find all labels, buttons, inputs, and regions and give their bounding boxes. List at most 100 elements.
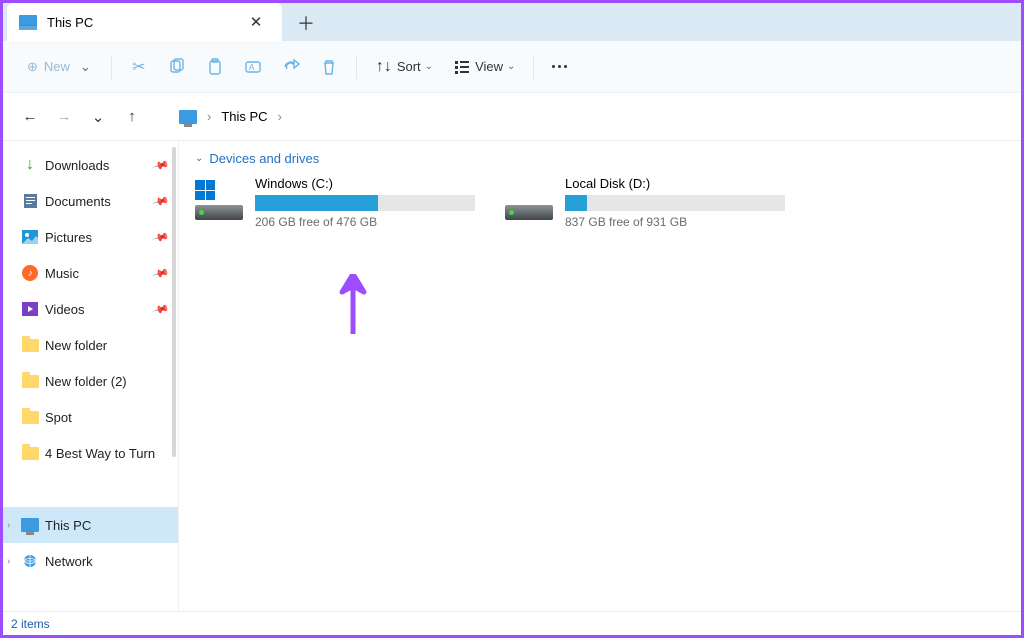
close-tab-button[interactable]: ✕ bbox=[242, 8, 270, 36]
plus-circle-icon: ⊕ bbox=[27, 59, 38, 75]
chevron-right-icon: › bbox=[7, 556, 10, 567]
view-button[interactable]: View ⌄ bbox=[445, 49, 523, 85]
sidebar-label: Videos bbox=[45, 302, 85, 317]
pin-icon: 📌 bbox=[152, 300, 170, 318]
chevron-down-icon: ⌄ bbox=[195, 153, 203, 164]
rename-button[interactable]: A bbox=[236, 49, 270, 85]
scrollbar[interactable] bbox=[172, 147, 176, 457]
folder-icon bbox=[21, 373, 39, 389]
sidebar-item-network[interactable]: › Network bbox=[3, 543, 178, 579]
sidebar-item-videos[interactable]: Videos 📌 bbox=[3, 291, 178, 327]
spacer bbox=[3, 471, 178, 507]
sidebar-label: New folder (2) bbox=[45, 374, 127, 389]
network-icon bbox=[21, 553, 39, 569]
sidebar-item-folder[interactable]: 4 Best Way to Turn bbox=[3, 435, 178, 471]
drive-free-text: 837 GB free of 931 GB bbox=[565, 215, 785, 229]
new-tab-button[interactable]: ＋ bbox=[288, 5, 324, 41]
pin-icon: 📌 bbox=[152, 228, 170, 246]
chevron-down-icon: ⌄ bbox=[425, 61, 433, 72]
sort-label: Sort bbox=[397, 59, 421, 74]
sidebar-item-downloads[interactable]: ↓ Downloads 📌 bbox=[3, 147, 178, 183]
sidebar-label: Music bbox=[45, 266, 79, 281]
trash-icon bbox=[320, 58, 338, 76]
drive-icon bbox=[505, 180, 553, 220]
sidebar-label: New folder bbox=[45, 338, 107, 353]
share-button[interactable] bbox=[274, 49, 308, 85]
sort-icon: ↑↓ bbox=[375, 58, 393, 76]
drive-free-text: 206 GB free of 476 GB bbox=[255, 215, 475, 229]
tab-title: This PC bbox=[47, 15, 232, 30]
view-label: View bbox=[475, 59, 503, 74]
new-button-label: New bbox=[44, 59, 70, 74]
address-bar: ← → ⌄ ↑ › This PC › bbox=[3, 93, 1021, 141]
sidebar-label: Pictures bbox=[45, 230, 92, 245]
status-text: 2 items bbox=[11, 617, 50, 631]
up-button[interactable]: ↑ bbox=[115, 100, 149, 134]
delete-button[interactable] bbox=[312, 49, 346, 85]
drive-icon bbox=[195, 180, 243, 220]
forward-button[interactable]: → bbox=[47, 100, 81, 134]
drive-info: Local Disk (D:) 837 GB free of 931 GB bbox=[565, 176, 785, 229]
separator bbox=[356, 55, 357, 79]
content: ↓ Downloads 📌 Documents 📌 Pictures 📌 ♪ M… bbox=[3, 141, 1021, 611]
sidebar-label: Network bbox=[45, 554, 93, 569]
toolbar: ⊕ New ⌄ ✂ A ↑↓ Sort ⌄ View ⌄ bbox=[3, 41, 1021, 93]
cut-button[interactable]: ✂ bbox=[122, 49, 156, 85]
pc-icon bbox=[19, 15, 37, 30]
sidebar-item-folder[interactable]: Spot bbox=[3, 399, 178, 435]
folder-icon bbox=[21, 337, 39, 353]
sidebar-item-folder[interactable]: New folder (2) bbox=[3, 363, 178, 399]
breadcrumb[interactable]: › This PC › bbox=[179, 109, 282, 124]
sidebar-label: This PC bbox=[45, 518, 91, 533]
copy-icon bbox=[168, 58, 186, 76]
clipboard-icon bbox=[206, 58, 224, 76]
drive-name: Windows (C:) bbox=[255, 176, 475, 191]
pin-icon: 📌 bbox=[152, 264, 170, 282]
sidebar-label: Spot bbox=[45, 410, 72, 425]
separator bbox=[533, 55, 534, 79]
drive-info: Windows (C:) 206 GB free of 476 GB bbox=[255, 176, 475, 229]
sidebar-item-this-pc[interactable]: › This PC bbox=[3, 507, 178, 543]
sidebar: ↓ Downloads 📌 Documents 📌 Pictures 📌 ♪ M… bbox=[3, 141, 178, 611]
sort-button[interactable]: ↑↓ Sort ⌄ bbox=[367, 49, 441, 85]
drive-usage-bar bbox=[565, 195, 785, 211]
tab-bar: This PC ✕ ＋ bbox=[3, 3, 1021, 41]
chevron-right-icon: › bbox=[7, 520, 10, 531]
tab-this-pc[interactable]: This PC ✕ bbox=[7, 3, 282, 41]
separator bbox=[111, 55, 112, 79]
sidebar-item-music[interactable]: ♪ Music 📌 bbox=[3, 255, 178, 291]
sidebar-label: Documents bbox=[45, 194, 111, 209]
pin-icon: 📌 bbox=[152, 192, 170, 210]
chevron-right-icon: › bbox=[278, 109, 282, 124]
svg-text:A: A bbox=[249, 63, 255, 72]
paste-button[interactable] bbox=[198, 49, 232, 85]
back-button[interactable]: ← bbox=[13, 100, 47, 134]
new-button[interactable]: ⊕ New ⌄ bbox=[17, 49, 101, 85]
drive-d[interactable]: Local Disk (D:) 837 GB free of 931 GB bbox=[505, 176, 785, 229]
download-icon: ↓ bbox=[21, 157, 39, 173]
pc-icon bbox=[21, 517, 39, 533]
pin-icon: 📌 bbox=[152, 156, 170, 174]
document-icon bbox=[21, 193, 39, 209]
breadcrumb-root[interactable]: This PC bbox=[221, 109, 267, 124]
section-devices-drives[interactable]: ⌄ Devices and drives bbox=[195, 151, 1005, 166]
sidebar-label: 4 Best Way to Turn bbox=[45, 446, 155, 461]
folder-icon bbox=[21, 445, 39, 461]
drive-name: Local Disk (D:) bbox=[565, 176, 785, 191]
folder-icon bbox=[21, 409, 39, 425]
more-button[interactable] bbox=[544, 49, 575, 85]
sidebar-item-pictures[interactable]: Pictures 📌 bbox=[3, 219, 178, 255]
windows-badge-icon bbox=[195, 180, 215, 200]
drive-usage-bar bbox=[255, 195, 475, 211]
sidebar-item-folder[interactable]: New folder bbox=[3, 327, 178, 363]
drive-c[interactable]: Windows (C:) 206 GB free of 476 GB bbox=[195, 176, 475, 229]
recent-button[interactable]: ⌄ bbox=[81, 100, 115, 134]
chevron-down-icon: ⌄ bbox=[507, 61, 515, 72]
ellipsis-icon bbox=[552, 65, 567, 68]
copy-button[interactable] bbox=[160, 49, 194, 85]
sidebar-item-documents[interactable]: Documents 📌 bbox=[3, 183, 178, 219]
section-title: Devices and drives bbox=[209, 151, 319, 166]
view-icon bbox=[453, 58, 471, 76]
drive-usage-fill bbox=[255, 195, 378, 211]
share-icon bbox=[282, 58, 300, 76]
